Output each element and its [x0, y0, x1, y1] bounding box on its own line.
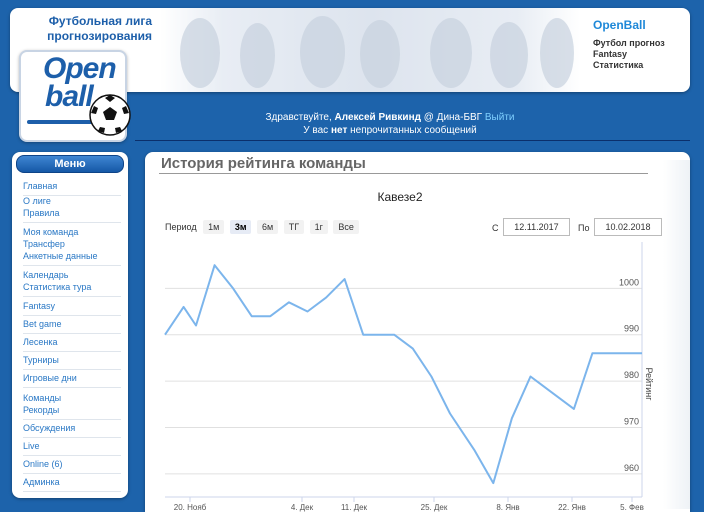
- menu-group: Календарь Статистика тура: [23, 269, 121, 297]
- sidebar-item[interactable]: Обсуждения: [23, 422, 121, 434]
- menu-group: О лиге Правила: [23, 195, 121, 223]
- greeting-block: Здравствуйте, Алексей Ривкинд @ Дина-БВГ…: [150, 111, 630, 137]
- site-title-line2: прогнозирования: [47, 29, 152, 43]
- sidebar-item[interactable]: Моя команда: [23, 226, 121, 238]
- sidebar-item[interactable]: Статистика тура: [23, 281, 121, 293]
- rating-chart[interactable]: 960 970 980 990 1000 Рейтинг 20. Нояб 4. Дек 11.…: [145, 152, 690, 512]
- x-tick-label: 25. Дек: [421, 503, 448, 512]
- logout-link[interactable]: Выйти: [485, 112, 515, 123]
- x-tick-label: 11. Дек: [341, 503, 368, 512]
- sidebar-item[interactable]: О лиге: [23, 195, 121, 207]
- brand-link-fantasy[interactable]: Fantasy: [593, 49, 665, 60]
- menu-group: Fantasy: [23, 300, 121, 316]
- menu-group: Главная: [23, 180, 121, 196]
- sidebar-item[interactable]: Правила: [23, 207, 121, 219]
- sidebar-item[interactable]: Fantasy: [23, 300, 121, 312]
- sidebar-item[interactable]: Лесенка: [23, 336, 121, 348]
- brand-links: Футбол прогноз Fantasy Статистика: [593, 38, 665, 71]
- x-tick-label: 8. Янв: [496, 503, 519, 512]
- x-tick-label: 22. Янв: [558, 503, 586, 512]
- x-tick-label: 5. Фев: [620, 503, 644, 512]
- sidebar-item[interactable]: Трансфер: [23, 238, 121, 250]
- y-tick-label: 970: [624, 416, 639, 426]
- menu-group: Игровые дни: [23, 372, 121, 388]
- messages-count: нет: [330, 125, 348, 136]
- sidebar-item[interactable]: Админка: [23, 476, 121, 488]
- brand-link-football[interactable]: Футбол прогноз: [593, 38, 665, 49]
- menu-group: Команды Рекорды: [23, 392, 121, 420]
- sidebar-item[interactable]: Календарь: [23, 269, 121, 281]
- site-logo[interactable]: Open ball: [19, 50, 131, 142]
- sidebar-item[interactable]: Online (6): [23, 458, 121, 470]
- header-banner-image: [160, 8, 580, 92]
- logo-text-ball: ball: [45, 80, 94, 113]
- menu-group: Bet game: [23, 318, 121, 334]
- messages-prefix: У вас: [303, 125, 329, 136]
- menu-group: Обсуждения: [23, 422, 121, 438]
- menu-group: Live: [23, 440, 121, 456]
- y-tick-label: 960: [624, 463, 639, 473]
- greeting-team: @ Дина-БВГ: [423, 112, 483, 123]
- page-right-margin: [663, 160, 690, 509]
- x-tick-label: 4. Дек: [291, 503, 314, 512]
- site-title: Футбольная лига прогнозирования: [22, 14, 152, 44]
- site-title-line1: Футбольная лига: [48, 14, 152, 28]
- series-line[interactable]: [164, 264, 642, 485]
- menu-group: Моя команда Трансфер Анкетные данные: [23, 226, 121, 266]
- sidebar-item[interactable]: Bet game: [23, 318, 121, 330]
- greeting-username: Алексей Ривкинд: [334, 112, 421, 123]
- x-tick-label: 20. Нояб: [174, 503, 207, 512]
- sidebar-item[interactable]: Рекорды: [23, 404, 121, 416]
- y-tick-label: 980: [624, 370, 639, 380]
- greeting-hello: Здравствуйте,: [265, 112, 332, 123]
- sidebar-menu: Меню Главная О лиге Правила Моя команда Тран…: [12, 152, 128, 498]
- main-panel: История рейтинга команды Кавезе2 Период …: [145, 152, 690, 512]
- brand-link-stats[interactable]: Статистика: [593, 60, 665, 71]
- menu-group: Лесенка: [23, 336, 121, 352]
- y-tick-label: 1000: [619, 277, 639, 287]
- y-axis-label: Рейтинг: [644, 367, 654, 401]
- menu-title: Меню: [16, 155, 124, 173]
- menu-group: Турниры: [23, 354, 121, 370]
- brand-link[interactable]: OpenBall: [593, 18, 646, 32]
- soccer-ball-icon: [89, 94, 131, 136]
- sidebar-item[interactable]: Анкетные данные: [23, 250, 121, 262]
- sidebar-item[interactable]: Команды: [23, 392, 121, 404]
- sidebar-item[interactable]: Игровые дни: [23, 372, 121, 384]
- y-tick-label: 990: [624, 324, 639, 334]
- sidebar-item[interactable]: Live: [23, 440, 121, 452]
- messages-suffix: непрочитанных сообщений: [350, 125, 477, 136]
- header-divider: [135, 140, 690, 141]
- sidebar-item[interactable]: Главная: [23, 180, 121, 192]
- menu-group: Админка: [23, 476, 121, 492]
- sidebar-item[interactable]: Турниры: [23, 354, 121, 366]
- menu-group: Online (6): [23, 458, 121, 474]
